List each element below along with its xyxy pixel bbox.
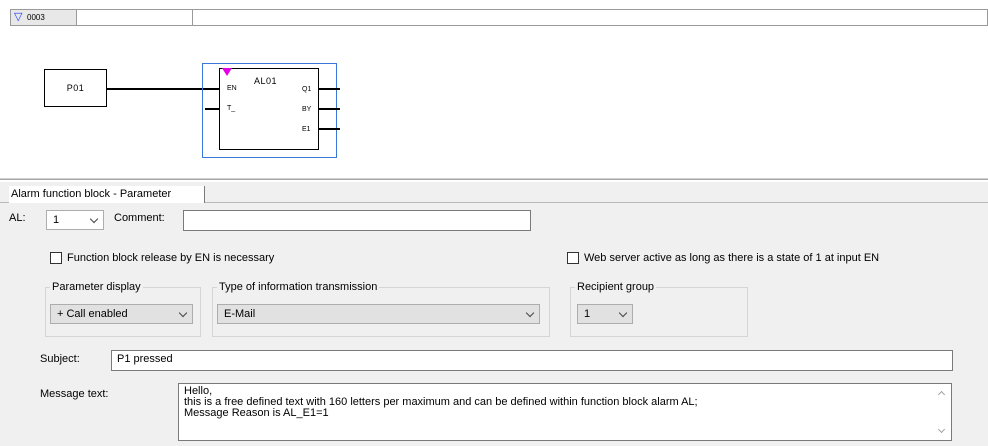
pin-stub-q1 [319,88,340,90]
message-label: Message text: [40,388,109,400]
collapse-triangle-icon[interactable]: ▽ [14,10,22,24]
transmission-title: Type of information transmission [217,280,380,294]
parameter-display-title: Parameter display [50,280,143,294]
comment-label: Comment: [114,212,165,224]
al-select-value: 1 [53,214,60,226]
pin-label-en: EN [227,85,237,92]
scroll-up-icon[interactable] [937,390,946,399]
chevron-down-icon [525,308,535,318]
al-label: AL: [9,212,26,224]
edge-marker-icon [222,68,232,76]
chevron-down-icon [618,308,628,318]
message-scrollbar[interactable] [934,384,951,440]
release-checkbox-label[interactable]: Function block release by EN is necessar… [67,251,274,265]
transmission-select[interactable]: E-Mail [217,304,540,324]
recipient-title: Recipient group [575,280,657,294]
function-block-name: AL01 [254,76,278,86]
pin-stub-e1 [319,128,340,130]
subject-input[interactable]: P1 pressed [111,350,953,371]
rung-number: 0003 [27,13,45,22]
contact-p01[interactable]: P01 [44,69,107,107]
pin-stub-by [319,108,340,110]
comment-input[interactable] [183,210,531,231]
message-line: Message Reason is AL_E1=1 [184,407,329,419]
rung-comment-cell[interactable] [77,10,193,25]
parameter-display-value: + Call enabled [57,308,128,320]
pin-label-e1: E1 [302,126,311,133]
panel-splitter[interactable] [0,178,988,180]
webserver-checkbox[interactable] [567,252,579,264]
chevron-down-icon [178,308,188,318]
webserver-checkbox-label[interactable]: Web server active as long as there is a … [584,251,879,265]
transmission-value: E-Mail [224,308,256,320]
scroll-down-icon[interactable] [937,425,946,434]
ladder-diagram[interactable]: ▽ 0003 P01 AL01 EN T_ Q1 BY E1 [0,0,988,178]
chevron-down-icon [89,214,99,224]
rung-number-cell[interactable]: ▽ 0003 [11,10,77,25]
tab-alarm-parameter[interactable]: Alarm function block - Parameter [9,186,205,203]
parameter-display-select[interactable]: + Call enabled [50,304,193,324]
subject-label: Subject: [40,353,80,365]
parameter-panel: Alarm function block - Parameter AL: 1 C… [0,182,988,446]
pin-label-q1: Q1 [302,86,312,93]
recipient-select[interactable]: 1 [577,304,633,324]
message-textarea[interactable]: Hello, this is a free defined text with … [178,383,952,441]
pin-stub-t [205,108,219,110]
pin-label-t: T_ [227,105,236,112]
al-select[interactable]: 1 [46,210,104,230]
pin-label-by: BY [302,106,312,113]
recipient-value: 1 [584,308,591,320]
release-checkbox[interactable] [50,252,62,264]
rung-header: ▽ 0003 [10,9,988,26]
